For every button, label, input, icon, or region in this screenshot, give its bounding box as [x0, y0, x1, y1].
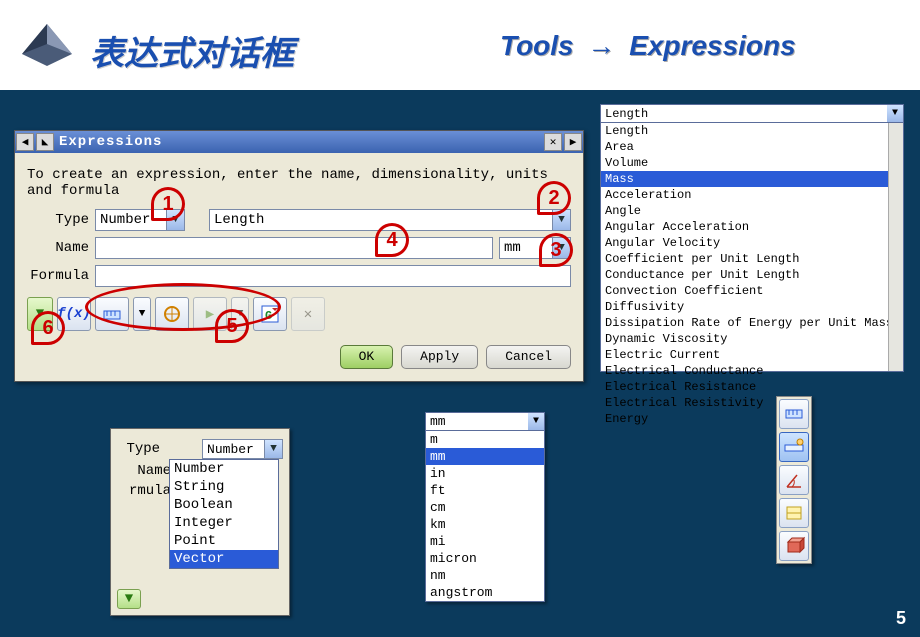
chevron-down-icon[interactable]: ▼	[552, 210, 570, 230]
measure-distance-button[interactable]	[779, 399, 809, 429]
measure-face-button[interactable]	[779, 498, 809, 528]
next-menu-button[interactable]: ▼	[231, 297, 249, 331]
nav-forward-button[interactable]: ▶	[564, 133, 582, 151]
type-popup-value: Number	[207, 442, 254, 457]
list-item[interactable]: mi	[426, 533, 544, 550]
list-item[interactable]: Electric Current	[601, 347, 903, 363]
dialog-title: Expressions	[59, 134, 162, 150]
dimensionality-selected: Length	[605, 107, 648, 121]
formula-label: Formula	[27, 268, 89, 284]
expressions-dialog: ◀ ◣ Expressions ✕ ▶ To create an express…	[14, 130, 584, 382]
list-item[interactable]: Mass	[601, 171, 903, 187]
pin-button[interactable]: ◣	[36, 133, 54, 151]
list-item[interactable]: Electrical Conductance	[601, 363, 903, 379]
name-label: Name	[117, 463, 171, 479]
measure-toolbar	[776, 396, 812, 564]
function-button[interactable]: f(x)	[57, 297, 91, 331]
type-value: Number	[100, 212, 150, 228]
scrollbar[interactable]	[888, 123, 903, 371]
spreadsheet-button[interactable]: G	[253, 297, 287, 331]
formula-label-trunc: rmula	[117, 483, 171, 499]
type-label: Type	[117, 441, 160, 457]
list-item[interactable]: Energy	[601, 411, 903, 427]
measure-button[interactable]	[95, 297, 129, 331]
chevron-down-icon[interactable]: ▼	[552, 238, 570, 258]
next-button[interactable]: ▶	[193, 297, 227, 331]
unit-popup[interactable]: mm ▼ mmminftcmkmmimicronnmangstrom	[425, 412, 545, 602]
page-title: 表达式对话框	[90, 26, 294, 75]
list-item[interactable]: m	[426, 431, 544, 448]
measure-length-button[interactable]	[779, 432, 809, 462]
type-popup: Type Number ▼ Name rmula ▼ NumberStringB…	[110, 428, 290, 616]
list-item[interactable]: Angular Velocity	[601, 235, 903, 251]
list-item[interactable]: in	[426, 465, 544, 482]
cancel-button[interactable]: Cancel	[486, 345, 571, 369]
list-item[interactable]: Number	[170, 460, 278, 478]
list-item[interactable]: Length	[601, 123, 903, 139]
dialog-hint: To create an expression, enter the name,…	[27, 167, 571, 199]
list-item[interactable]: mm	[426, 448, 544, 465]
dimensionality-combo[interactable]: Length ▼	[209, 209, 571, 231]
measure-body-button[interactable]	[779, 531, 809, 561]
select-object-button[interactable]	[155, 297, 189, 331]
app-logo	[18, 22, 76, 73]
list-item[interactable]: Vector	[170, 550, 278, 568]
apply-button[interactable]: Apply	[401, 345, 478, 369]
list-item[interactable]: String	[170, 478, 278, 496]
dimensionality-value: Length	[214, 212, 264, 228]
nav-back-button[interactable]: ◀	[16, 133, 34, 151]
list-item[interactable]: Diffusivity	[601, 299, 903, 315]
list-item[interactable]: Integer	[170, 514, 278, 532]
list-item[interactable]: Angle	[601, 203, 903, 219]
list-item[interactable]: Electrical Resistivity	[601, 395, 903, 411]
type-label: Type	[27, 212, 89, 228]
ok-button[interactable]: OK	[340, 345, 394, 369]
list-item[interactable]: km	[426, 516, 544, 533]
dimensionality-listbox[interactable]: Length ▼ LengthAreaVolumeMassAcceleratio…	[600, 104, 904, 372]
list-item[interactable]: micron	[426, 550, 544, 567]
list-item[interactable]: cm	[426, 499, 544, 516]
chevron-down-icon[interactable]: ▼	[528, 413, 544, 430]
list-item[interactable]: Area	[601, 139, 903, 155]
list-item[interactable]: Boolean	[170, 496, 278, 514]
measure-menu-button[interactable]: ▼	[133, 297, 151, 331]
type-popup-combo[interactable]: Number ▼	[202, 439, 283, 459]
list-item[interactable]: nm	[426, 567, 544, 584]
list-item[interactable]: Dissipation Rate of Energy per Unit Mass	[601, 315, 903, 331]
list-item[interactable]: angstrom	[426, 584, 544, 601]
list-item[interactable]: Dynamic Viscosity	[601, 331, 903, 347]
list-item[interactable]: Volume	[601, 155, 903, 171]
chevron-down-icon[interactable]: ▼	[264, 440, 282, 458]
type-combo[interactable]: Number ▼	[95, 209, 185, 231]
breadcrumb-left: Tools	[500, 30, 574, 61]
page-number: 5	[896, 608, 906, 629]
list-item[interactable]: Angular Acceleration	[601, 219, 903, 235]
formula-input[interactable]	[95, 265, 571, 287]
list-item[interactable]: Electrical Resistance	[601, 379, 903, 395]
list-item[interactable]: Acceleration	[601, 187, 903, 203]
breadcrumb: Tools → Expressions	[500, 30, 796, 62]
name-input[interactable]	[95, 237, 493, 259]
chevron-down-icon[interactable]: ▼	[887, 105, 903, 122]
breadcrumb-right: Expressions	[629, 30, 796, 61]
measure-angle-button[interactable]	[779, 465, 809, 495]
list-item[interactable]: Point	[170, 532, 278, 550]
type-options-list[interactable]: NumberStringBooleanIntegerPointVector	[169, 459, 279, 569]
name-label: Name	[27, 240, 89, 256]
svg-text:G: G	[265, 309, 272, 323]
delete-button: ✕	[291, 297, 325, 331]
unit-combo[interactable]: mm ▼	[499, 237, 571, 259]
list-item[interactable]: Convection Coefficient	[601, 283, 903, 299]
accept-expression-button[interactable]: ▼	[27, 297, 53, 331]
close-button[interactable]: ✕	[544, 133, 562, 151]
accept-expression-button[interactable]: ▼	[117, 589, 141, 609]
list-item[interactable]: ft	[426, 482, 544, 499]
list-item[interactable]: Coefficient per Unit Length	[601, 251, 903, 267]
arrow-icon: →	[587, 30, 615, 61]
unit-value: mm	[504, 240, 521, 256]
unit-popup-selected: mm	[430, 414, 446, 429]
list-item[interactable]: Conductance per Unit Length	[601, 267, 903, 283]
chevron-down-icon[interactable]: ▼	[166, 210, 184, 230]
